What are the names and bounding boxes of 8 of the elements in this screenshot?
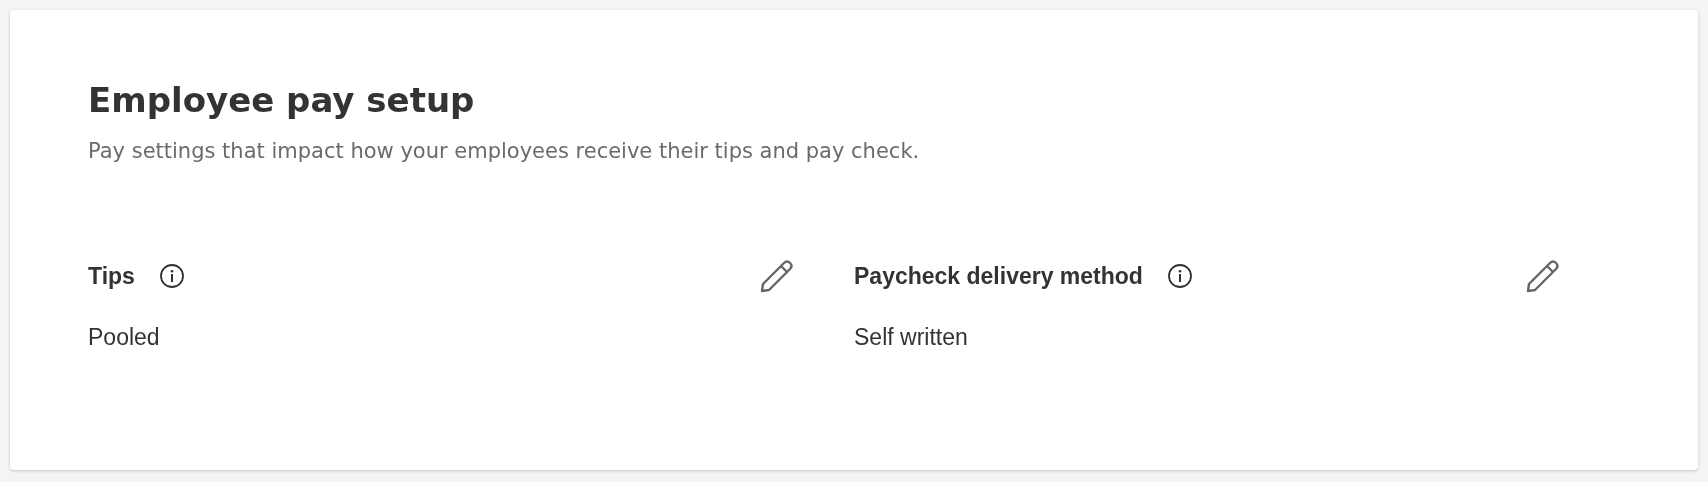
setting-label: Tips <box>88 262 135 290</box>
info-icon[interactable] <box>158 263 185 289</box>
setting-value: Self written <box>854 324 969 351</box>
info-icon[interactable] <box>1166 263 1193 289</box>
setting-label: Paycheck delivery method <box>854 262 1143 290</box>
section-title: Employee pay setup <box>88 79 476 122</box>
section-description: Pay settings that impact how your employees receive their tips and pay check. <box>88 138 921 165</box>
setting-value: Pooled <box>88 324 161 351</box>
